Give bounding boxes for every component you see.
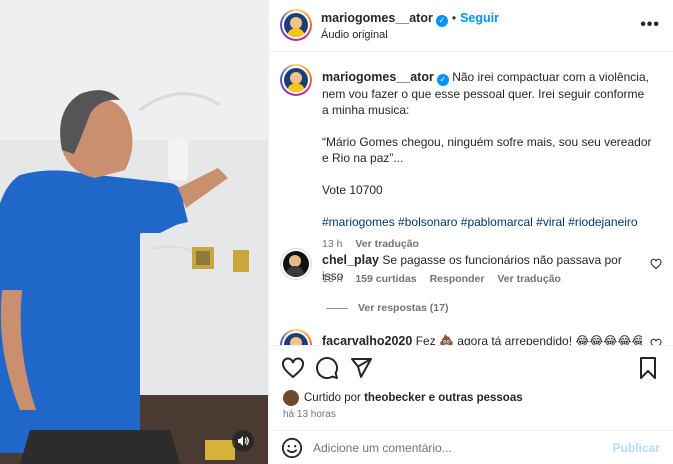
- caption: mariogomes__ator ✓ Não irei compactuar co…: [322, 69, 654, 252]
- add-comment-bar: Publicar: [269, 430, 673, 464]
- comment-input[interactable]: [313, 437, 603, 459]
- comment-translate-link[interactable]: Ver tradução: [497, 273, 561, 285]
- follow-button[interactable]: Seguir: [460, 11, 499, 25]
- post-panel: mariogomes__ator ✓ • Seguir Áudio original …: [268, 0, 673, 464]
- comment-likes[interactable]: 159 curtidas: [355, 273, 416, 285]
- author-avatar[interactable]: [280, 9, 312, 41]
- comments-list[interactable]: mariogomes__ator ✓ Não irei compactuar co…: [269, 53, 673, 345]
- comment-avatar[interactable]: [280, 329, 312, 345]
- audio-label[interactable]: Áudio original: [321, 29, 388, 41]
- hashtag-link[interactable]: #bolsonaro: [398, 215, 457, 229]
- bookmark-icon[interactable]: [636, 356, 660, 380]
- reply-button[interactable]: Responder: [430, 273, 485, 285]
- liked-prefix: Curtido por: [304, 392, 361, 404]
- separator-dot: •: [451, 11, 457, 25]
- comment-username[interactable]: facarvalho2020: [322, 334, 412, 345]
- caption-quote: “Mário Gomes chegou, ninguém sofre mais,…: [322, 135, 652, 165]
- hashtag-row: #mariogomes #bolsonaro #pablomarcal #vir…: [322, 214, 654, 230]
- caption-vote: Vote 10700: [322, 183, 383, 197]
- view-replies-button[interactable]: Ver respostas (17): [326, 302, 448, 314]
- action-bar: Curtido por theobecker e outras pessoas …: [269, 345, 673, 430]
- verified-icon: ✓: [435, 15, 448, 27]
- hashtag-link[interactable]: #viral: [536, 215, 565, 229]
- comment-icon[interactable]: [315, 356, 339, 380]
- liker-username[interactable]: theobecker: [364, 392, 425, 404]
- post-media[interactable]: [0, 0, 268, 464]
- emoji-icon[interactable]: [281, 437, 303, 459]
- caption-avatar[interactable]: [280, 64, 312, 96]
- more-icon[interactable]: •••: [640, 16, 660, 34]
- author-username[interactable]: mariogomes__ator: [321, 11, 433, 25]
- liker-avatar[interactable]: [283, 390, 299, 406]
- post-time[interactable]: há 13 horas: [283, 409, 336, 420]
- comment-time[interactable]: 13 h: [322, 273, 342, 285]
- comment-like-icon[interactable]: [650, 258, 662, 270]
- comment-like-icon[interactable]: [650, 338, 662, 345]
- caption-meta: 13 h Ver tradução: [322, 236, 654, 252]
- post-header: mariogomes__ator ✓ • Seguir Áudio original …: [269, 0, 673, 52]
- volume-icon: [238, 436, 249, 446]
- comment-item: facarvalho2020 Fez 💩 agora tá arrependid…: [322, 333, 642, 345]
- mute-button[interactable]: [232, 430, 254, 452]
- comment-meta: 13 h 159 curtidas Responder Ver tradução: [322, 273, 571, 285]
- heart-icon[interactable]: [281, 356, 305, 380]
- caption-time[interactable]: 13 h: [322, 238, 342, 250]
- liked-by: Curtido por theobecker e outras pessoas: [283, 390, 523, 406]
- caption-username[interactable]: mariogomes__ator: [322, 70, 434, 84]
- publish-button[interactable]: Publicar: [613, 441, 660, 455]
- verified-icon: ✓: [436, 74, 449, 86]
- share-icon[interactable]: [349, 356, 373, 380]
- likes-others-link[interactable]: e outras pessoas: [429, 392, 523, 404]
- comment-avatar[interactable]: [280, 248, 312, 280]
- caption-translate-link[interactable]: Ver tradução: [355, 238, 419, 250]
- hashtag-link[interactable]: #riodejaneiro: [568, 215, 637, 229]
- hashtag-link[interactable]: #pablomarcal: [461, 215, 533, 229]
- post-photo: [0, 0, 268, 464]
- hashtag-link[interactable]: #mariogomes: [322, 215, 395, 229]
- comment-username[interactable]: chel_play: [322, 253, 379, 267]
- comment-text: Fez 💩 agora tá arrependido! 😂😂😂😂😂: [415, 334, 642, 345]
